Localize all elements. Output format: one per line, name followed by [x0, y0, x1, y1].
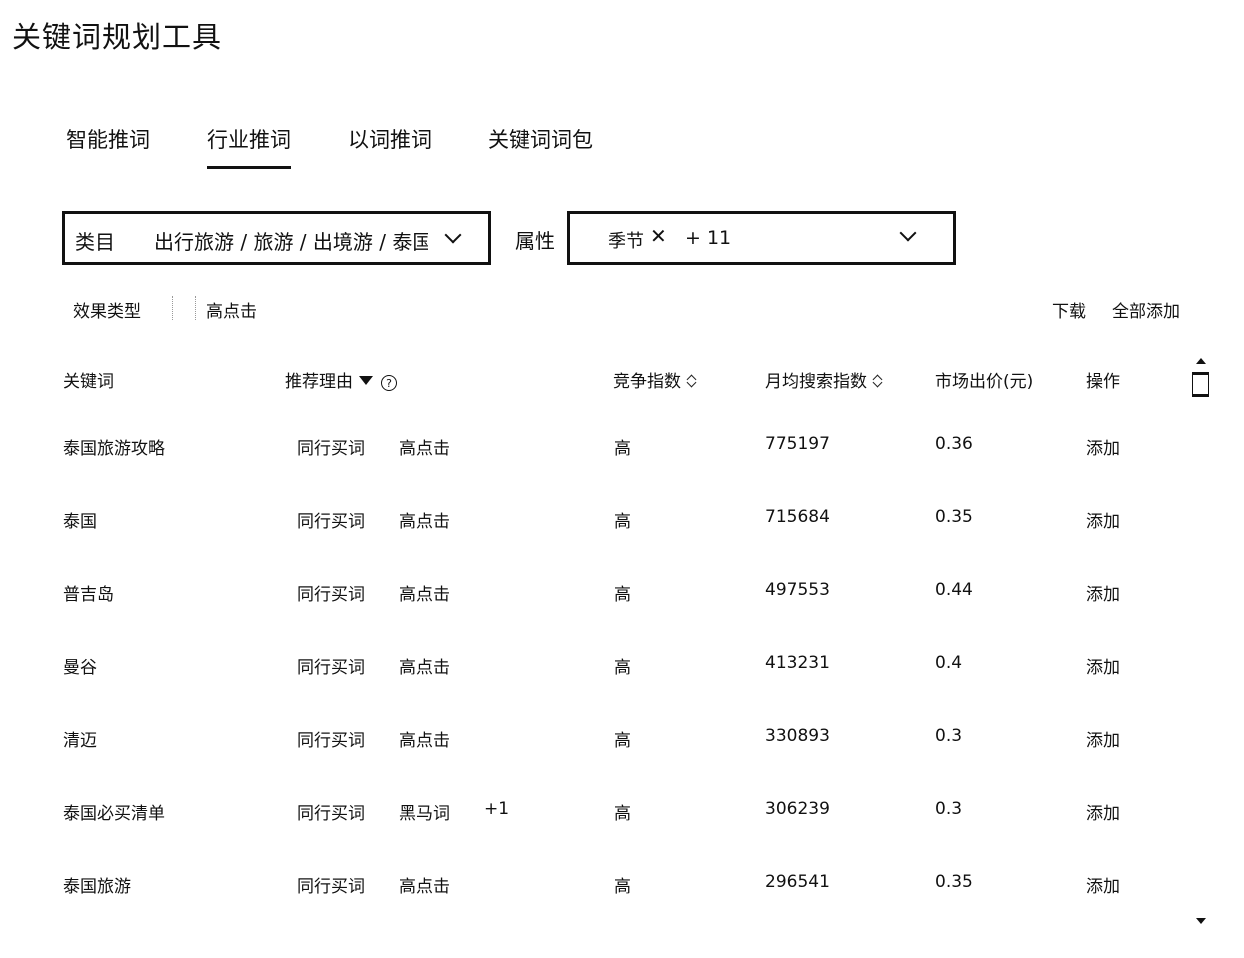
table-row: 普吉岛 同行买词 高点击 高 497553 0.44 添加 [0, 580, 1244, 653]
add-keyword-button[interactable]: 添加 [1086, 507, 1120, 532]
effect-type-label: 效果类型 [73, 302, 141, 322]
add-keyword-button[interactable]: 添加 [1086, 580, 1120, 605]
cell-keyword: 清迈 [63, 731, 97, 751]
cell-monthly-search: 715684 [765, 507, 830, 527]
sort-icon[interactable] [687, 374, 697, 388]
add-keyword-button[interactable]: 添加 [1086, 726, 1120, 751]
column-header-competition[interactable]: 竞争指数 [613, 367, 697, 392]
category-label: 类目 [75, 230, 115, 254]
cell-monthly-search: 330893 [765, 726, 830, 746]
cell-competition: 高 [614, 877, 631, 897]
cell-market-bid: 0.44 [935, 580, 973, 600]
cell-market-bid: 0.35 [935, 872, 973, 892]
cell-keyword: 泰国旅游 [63, 877, 131, 897]
filter-icon[interactable] [359, 376, 373, 385]
active-tab-indicator [207, 166, 291, 169]
column-header-reason: 推荐理由? [285, 367, 397, 392]
cell-monthly-search: 306239 [765, 799, 830, 819]
table-row: 泰国必买清单 同行买词 黑马词 +1 高 306239 0.3 添加 [0, 799, 1244, 872]
cell-reason-tag: 同行买词 [297, 804, 365, 824]
cell-reason-tag: 同行买词 [297, 512, 365, 532]
effect-type-divider [172, 296, 196, 320]
cell-keyword: 曼谷 [63, 658, 97, 678]
column-header-operation: 操作 [1086, 372, 1120, 392]
add-keyword-button[interactable]: 添加 [1086, 872, 1120, 897]
cell-reason-tag: 高点击 [399, 512, 450, 532]
scroll-down-arrow[interactable] [1196, 918, 1206, 924]
scrollbar-thumb[interactable] [1192, 372, 1209, 397]
cell-keyword: 泰国 [63, 512, 97, 532]
cell-monthly-search: 775197 [765, 434, 830, 454]
cell-competition: 高 [614, 731, 631, 751]
download-button[interactable]: 下载 [1052, 297, 1086, 322]
chevron-down-icon[interactable] [444, 226, 462, 244]
cell-market-bid: 0.3 [935, 726, 963, 746]
add-keyword-button[interactable]: 添加 [1086, 799, 1120, 824]
cell-reason-tag: 同行买词 [297, 439, 365, 459]
table-row: 曼谷 同行买词 高点击 高 413231 0.4 添加 [0, 653, 1244, 726]
add-keyword-button[interactable]: 添加 [1086, 434, 1120, 459]
sort-icon[interactable] [873, 374, 883, 388]
cell-monthly-search: 413231 [765, 653, 830, 673]
cell-reason-tag: 同行买词 [297, 658, 365, 678]
cell-reason-tag: 高点击 [399, 439, 450, 459]
tab-word-recommend[interactable]: 以词推词 [348, 124, 432, 154]
cell-reason-tag: 高点击 [399, 658, 450, 678]
column-header-market-bid: 市场出价(元) [935, 372, 1034, 392]
cell-market-bid: 0.4 [935, 653, 963, 673]
table-row: 泰国旅游攻略 同行买词 高点击 高 775197 0.36 添加 [0, 434, 1244, 507]
cell-reason-tag: 同行买词 [297, 877, 365, 897]
cell-market-bid: 0.35 [935, 507, 973, 527]
chevron-down-icon[interactable] [899, 224, 917, 242]
cell-competition: 高 [614, 658, 631, 678]
help-icon[interactable]: ? [381, 375, 397, 391]
close-icon[interactable]: ✕ [650, 224, 667, 248]
cell-monthly-search: 497553 [765, 580, 830, 600]
cell-keyword: 普吉岛 [63, 585, 114, 605]
cell-reason-tag: 同行买词 [297, 731, 365, 751]
cell-market-bid: 0.36 [935, 434, 973, 454]
attribute-label: 属性 [515, 229, 555, 253]
attribute-tag: 季节 [608, 231, 644, 252]
cell-reason-tag: 高点击 [399, 731, 450, 751]
table-row: 清迈 同行买词 高点击 高 330893 0.3 添加 [0, 726, 1244, 799]
category-select[interactable]: 类目 出行旅游 / 旅游 / 出境游 / 泰国 [62, 211, 491, 265]
cell-competition: 高 [614, 512, 631, 532]
cell-competition: 高 [614, 439, 631, 459]
cell-reason-tag: 同行买词 [297, 585, 365, 605]
table-row: 泰国 同行买词 高点击 高 715684 0.35 添加 [0, 507, 1244, 580]
cell-keyword: 泰国旅游攻略 [63, 439, 165, 459]
attribute-more-count[interactable]: + 11 [685, 227, 731, 249]
cell-market-bid: 0.3 [935, 799, 963, 819]
tab-smart-recommend[interactable]: 智能推词 [66, 124, 150, 154]
cell-competition: 高 [614, 585, 631, 605]
cell-reason-tag: 黑马词 [399, 804, 450, 824]
cell-reason-tag: 高点击 [399, 585, 450, 605]
scroll-up-arrow[interactable] [1196, 358, 1206, 364]
cell-reason-more[interactable]: +1 [484, 799, 509, 819]
table-row: 泰国旅游 同行买词 高点击 高 296541 0.35 添加 [0, 872, 1244, 945]
category-value: 出行旅游 / 旅游 / 出境游 / 泰国 [154, 230, 428, 254]
column-header-keyword: 关键词 [63, 372, 114, 392]
column-header-monthly-search[interactable]: 月均搜索指数 [765, 367, 883, 392]
cell-competition: 高 [614, 804, 631, 824]
cell-keyword: 泰国必买清单 [63, 804, 165, 824]
cell-reason-tag: 高点击 [399, 877, 450, 897]
tab-keyword-package[interactable]: 关键词词包 [488, 124, 593, 154]
tab-industry-recommend[interactable]: 行业推词 [207, 124, 291, 154]
page-title: 关键词规划工具 [12, 20, 223, 54]
add-all-button[interactable]: 全部添加 [1112, 297, 1180, 322]
attribute-select[interactable]: 季节 ✕ + 11 [567, 211, 956, 265]
effect-type-value[interactable]: 高点击 [206, 297, 257, 322]
cell-monthly-search: 296541 [765, 872, 830, 892]
add-keyword-button[interactable]: 添加 [1086, 653, 1120, 678]
